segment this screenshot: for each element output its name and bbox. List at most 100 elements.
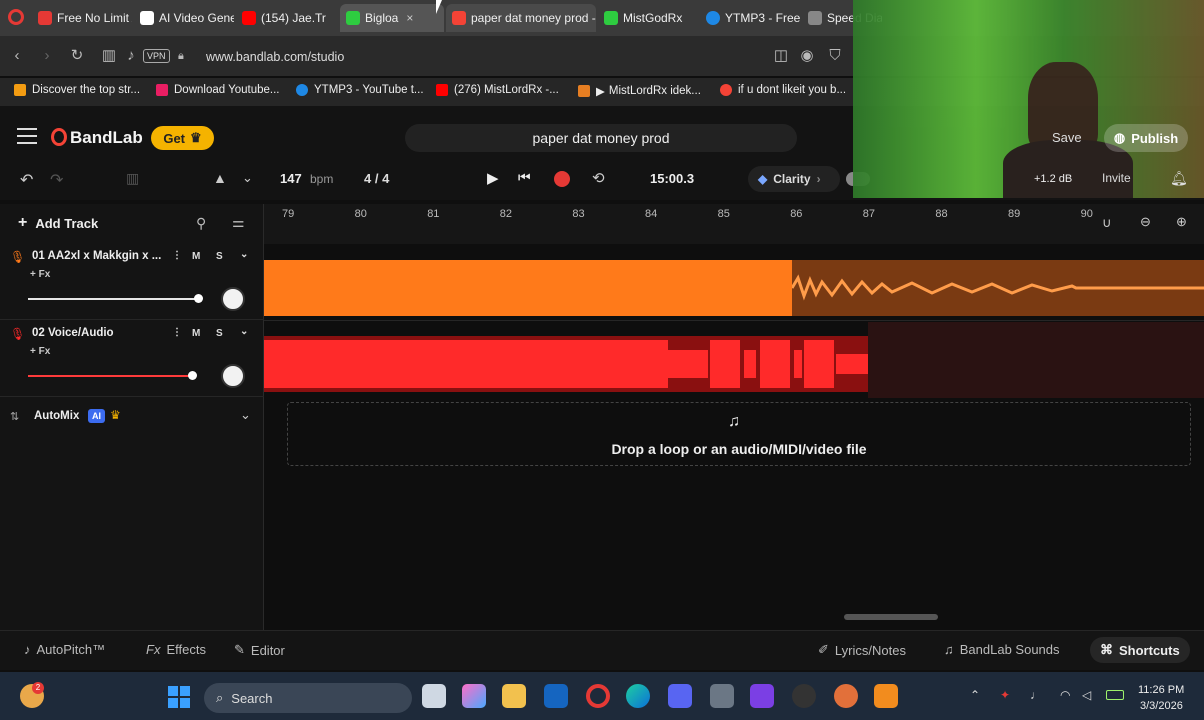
mute-button[interactable]: M (192, 251, 200, 262)
chevron-down-icon[interactable]: ⌄ (240, 407, 251, 423)
obs-icon[interactable] (792, 684, 816, 708)
undo-icon[interactable]: ↶ (20, 170, 33, 190)
bandlab-logo[interactable]: BandLab (70, 128, 143, 148)
bandlab-sounds-button[interactable]: ♫ BandLab Sounds (944, 642, 1060, 657)
bookmark-item[interactable]: (276) MistLordRx -... (436, 84, 559, 96)
bookmark-item[interactable]: Download Youtube... (156, 84, 280, 96)
volume-icon[interactable]: ◁ (1082, 688, 1091, 702)
edge-icon[interactable] (626, 684, 650, 708)
chevron-down-icon[interactable]: ⌄ (240, 249, 248, 260)
mixer-icon[interactable]: ⚌ (232, 214, 245, 231)
pan-knob[interactable] (221, 364, 245, 388)
zoom-out-icon[interactable]: ⊖ (1140, 214, 1151, 230)
track-menu-icon[interactable]: ⋮ (172, 250, 182, 261)
clock-date[interactable]: 3/3/2026 (1140, 700, 1183, 712)
tab-close-icon[interactable]: × (406, 11, 413, 25)
camera-app-icon[interactable] (710, 684, 734, 708)
rewind-button[interactable]: ⏮ (518, 169, 531, 186)
wifi-icon[interactable]: ◠ (1060, 688, 1070, 702)
lyrics-notes-button[interactable]: ✐ Lyrics/Notes (818, 642, 906, 658)
publish-button[interactable]: ◍ Publish (1104, 124, 1188, 152)
clock-time[interactable]: 11:26 PM (1138, 684, 1184, 696)
snapshot-icon[interactable]: ◫ (770, 44, 792, 68)
browser-tab[interactable]: (154) Jae.Tr (236, 4, 336, 32)
task-view-icon[interactable] (422, 684, 446, 708)
taskbar-search-box[interactable]: ⌕ Search (204, 683, 412, 713)
start-button-icon[interactable] (168, 686, 190, 708)
snap-magnet-icon[interactable]: ∪ (1102, 215, 1112, 231)
track-name[interactable]: 01 AA2xl x Makkgin x ... (32, 250, 161, 262)
battery-icon[interactable] (1106, 690, 1124, 700)
automix-row[interactable]: ⇅ AutoMix AI ♛ ⌄ (0, 404, 264, 430)
microphone-icon[interactable]: ♪ (120, 44, 142, 68)
camera-icon[interactable]: ◉ (796, 44, 818, 68)
notifications-icon[interactable]: 🔔︎ (1170, 170, 1188, 187)
clipchamp-icon[interactable] (750, 684, 774, 708)
browser-tab[interactable]: AI Video Gener (134, 4, 234, 32)
system-tray-chevron-icon[interactable]: ⌃ (970, 688, 980, 702)
pan-knob[interactable] (221, 287, 245, 311)
redo-icon[interactable]: ↷ (50, 170, 63, 190)
microphone-tray-icon[interactable]: ♩ (1030, 688, 1042, 702)
url-text[interactable]: www.bandlab.com/studio (206, 50, 344, 64)
grid-icon[interactable]: ▥ (126, 170, 139, 187)
browser-tab[interactable]: paper dat money prod - (446, 4, 596, 32)
bookmark-item[interactable]: YTMP3 - YouTube t... (296, 84, 424, 96)
bookmark-item[interactable]: Discover the top str... (14, 84, 140, 96)
browser-tab[interactable]: MistGodRx (598, 4, 698, 32)
invite-button[interactable]: Invite (1102, 171, 1131, 185)
solo-button[interactable]: S (216, 251, 223, 262)
metronome-dropdown-icon[interactable]: ⌄ (242, 170, 253, 186)
opera-logo-icon[interactable] (8, 9, 24, 25)
metronome-icon[interactable]: ▲ (213, 170, 227, 186)
autopitch-button[interactable]: ♪ AutoPitch™ (24, 642, 105, 657)
bookmark-item[interactable]: if u dont likeit you b... (720, 84, 846, 96)
time-signature[interactable]: 4 / 4 (364, 171, 389, 186)
play-button[interactable]: ▶ (487, 169, 499, 187)
wand-icon[interactable]: ⚲ (196, 215, 206, 232)
browser-tab[interactable]: Bigloa × (340, 4, 444, 32)
mute-button[interactable]: M (192, 328, 200, 339)
track-name[interactable]: 02 Voice/Audio (32, 327, 114, 339)
shortcuts-button[interactable]: ⌘ Shortcuts (1090, 637, 1190, 663)
track-header-2[interactable]: 🎙︎ 02 Voice/Audio + Fx ⋮ M S ⌄ (0, 321, 264, 397)
chevron-down-icon[interactable]: ⌄ (240, 326, 248, 337)
hamburger-menu-icon[interactable] (17, 128, 37, 144)
clarity-button[interactable]: ◆ Clarity › (748, 166, 840, 192)
track-menu-icon[interactable]: ⋮ (172, 327, 182, 338)
audio-region-track-1-tail[interactable] (790, 260, 1204, 316)
audio-region-track-2[interactable] (264, 336, 868, 392)
copilot-icon[interactable] (462, 684, 486, 708)
file-explorer-icon[interactable] (502, 684, 526, 708)
tray-app-icon[interactable]: ✦ (1000, 688, 1010, 702)
audio-region-track-1[interactable] (264, 260, 792, 316)
volume-slider-thumb[interactable] (194, 294, 203, 303)
forward-icon[interactable]: › (36, 44, 58, 68)
bookmark-item[interactable]: ▶ MistLordRx idek... (578, 84, 701, 98)
project-title-input[interactable]: paper dat money prod (405, 124, 797, 152)
track-header-1[interactable]: 🎙︎ 01 AA2xl x Makkgin x ... + Fx ⋮ M S ⌄ (0, 244, 264, 320)
solo-button[interactable]: S (216, 328, 223, 339)
volume-slider[interactable] (28, 375, 194, 377)
fl-studio-icon[interactable] (874, 684, 898, 708)
volume-slider-thumb[interactable] (188, 371, 197, 380)
bandlab-logo-icon[interactable] (51, 128, 67, 146)
outlook-icon[interactable] (544, 684, 568, 708)
effects-button[interactable]: Fx Effects (146, 642, 206, 657)
browser-tab[interactable]: YTMP3 - Free Y (700, 4, 800, 32)
media-app-icon[interactable] (834, 684, 858, 708)
tempo-value[interactable]: 147 (280, 171, 302, 186)
add-track-button[interactable]: + Add Track (18, 214, 98, 232)
reload-icon[interactable]: ↻ (66, 44, 88, 68)
drop-zone[interactable]: ♫ Drop a loop or an audio/MIDI/video fil… (287, 402, 1191, 466)
save-button[interactable]: Save (1052, 130, 1082, 145)
volume-slider[interactable] (28, 298, 200, 300)
timeline-ruler[interactable] (264, 204, 1204, 244)
shield-icon[interactable]: ⛉ (824, 44, 846, 68)
back-icon[interactable]: ‹ (6, 44, 28, 68)
add-fx-button[interactable]: + Fx (30, 346, 50, 357)
get-membership-button[interactable]: Get ♛ (151, 126, 214, 150)
loop-button[interactable]: ⟲ (592, 169, 605, 187)
discord-icon[interactable] (668, 684, 692, 708)
wallet-icon[interactable]: ▥ (98, 44, 120, 68)
